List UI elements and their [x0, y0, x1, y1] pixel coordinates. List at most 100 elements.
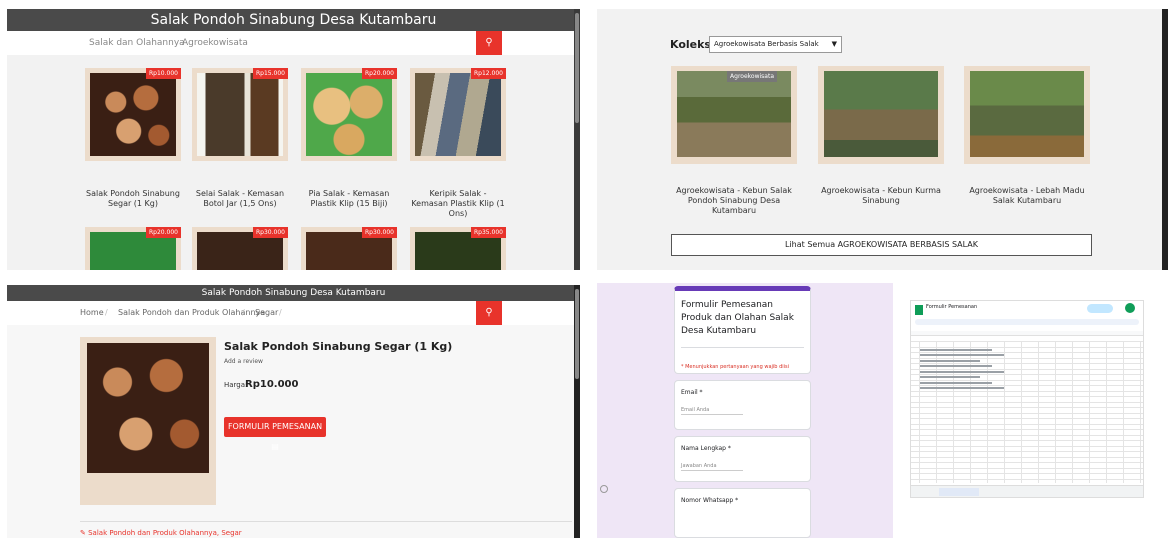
sheet-tab[interactable]: [939, 488, 979, 496]
breadcrumb-separator: /: [242, 308, 245, 317]
grid-col-line: [1021, 341, 1022, 483]
price-label: Harga:: [224, 381, 248, 389]
scrollbar[interactable]: [1162, 9, 1168, 270]
product-image: [306, 73, 392, 156]
product-card[interactable]: Rp30.000: [192, 227, 288, 270]
sheets-icon: [915, 305, 923, 315]
collection-caption[interactable]: Agroekowisata - Kebun Salak Pondoh Sinab…: [671, 186, 797, 216]
product-image-frame: [80, 337, 216, 505]
grid-row-line: [911, 341, 1143, 342]
form-question-card: Nama Lengkap * Jawaban Anda: [674, 436, 811, 482]
collection-card[interactable]: Agroekowisata - Lebah Madu Salak Kutamba…: [964, 66, 1090, 206]
collection-card[interactable]: Agroekowisata - Kebun Kurma Sinabung: [818, 66, 944, 206]
share-button[interactable]: [1087, 304, 1113, 313]
grid-row-line: [911, 412, 1143, 414]
grid-row-line: [911, 462, 1143, 463]
breadcrumb: Home / Salak Pondoh dan Produk Olahannya…: [7, 301, 580, 325]
sheet-grid[interactable]: [911, 341, 1143, 483]
name-field[interactable]: Jawaban Anda: [681, 463, 743, 471]
collection-image: [970, 71, 1084, 157]
spreadsheet-panel: Formulir Pemesanan: [910, 300, 1144, 498]
product-card[interactable]: Rp30.000: [301, 227, 397, 270]
search-button[interactable]: ⚲: [476, 301, 502, 325]
tag-icon: ✎: [80, 529, 86, 537]
grid-row-line: [911, 363, 1143, 364]
tags-text: Salak Pondoh dan Produk Olahannya, Segar: [88, 529, 242, 537]
see-all-button[interactable]: Lihat Semua AGROEKOWISATA BERBASIS SALAK: [671, 234, 1092, 256]
toolbar[interactable]: [915, 319, 1139, 325]
grid-col-line: [987, 341, 988, 483]
search-icon: ⚲: [485, 37, 493, 48]
product-card[interactable]: Rp12.000 Keripik Salak - Kemasan Plastik…: [410, 68, 506, 219]
grid-row-line: [911, 456, 1143, 458]
price-value: Rp10.000: [245, 379, 299, 390]
scrollbar[interactable]: [574, 9, 580, 270]
collection-panel: Koleksi Agroekowisata Berbasis Salak ▼ A…: [597, 9, 1168, 270]
filled-row: [920, 348, 992, 351]
collection-image: [677, 71, 791, 157]
product-title: Salak Pondoh Sinabung Segar (1 Kg): [224, 340, 453, 353]
collection-select[interactable]: Agroekowisata Berbasis Salak ▼: [709, 36, 842, 53]
formula-bar[interactable]: [911, 331, 1143, 336]
grid-col-line: [970, 341, 971, 483]
product-name[interactable]: Pia Salak - Kemasan Plastik Klip (15 Bij…: [301, 189, 397, 209]
product-image: [90, 73, 176, 156]
product-name[interactable]: Keripik Salak - Kemasan Plastik Klip (1 …: [410, 189, 506, 219]
filled-row: [920, 387, 1004, 389]
product-tags[interactable]: ✎ Salak Pondoh dan Produk Olahannya, Seg…: [80, 529, 242, 537]
product-card[interactable]: Rp20.000: [85, 227, 181, 270]
site-title: Salak Pondoh Sinabung Desa Kutambaru: [7, 9, 580, 31]
breadcrumb-home[interactable]: Home: [80, 301, 104, 325]
required-note: * Menunjukkan pertanyaan yang wajib diis…: [681, 364, 790, 370]
price-badge: Rp15.000: [253, 68, 288, 79]
grid-col-line: [1055, 341, 1056, 483]
product-image[interactable]: [87, 343, 209, 473]
collection-caption[interactable]: Agroekowisata - Lebah Madu Salak Kutamba…: [964, 186, 1090, 206]
filled-row: [920, 365, 992, 367]
grid-row-line: [911, 390, 1143, 392]
collection-card[interactable]: Agroekowisata Agroekowisata - Kebun Sala…: [671, 66, 797, 216]
product-card[interactable]: Rp10.000 Salak Pondoh Sinabung Segar (1 …: [85, 68, 181, 209]
add-review-link[interactable]: Add a review: [224, 358, 263, 365]
order-form-button[interactable]: FORMULIR PEMESANAN ▤: [224, 417, 326, 451]
email-field[interactable]: Email Anda: [681, 407, 743, 415]
grid-row-line: [911, 429, 1143, 430]
nav-salak-link[interactable]: Salak dan Olahannya: [89, 31, 185, 55]
shop-listing-panel: Salak Pondoh Sinabung Desa Kutambaru Sal…: [7, 9, 580, 270]
grid-col-line: [1123, 341, 1124, 483]
grid-row-line: [911, 473, 1143, 474]
search-button[interactable]: ⚲: [476, 31, 502, 55]
cart-icon: ▤: [271, 442, 279, 451]
avatar[interactable]: [1125, 303, 1135, 313]
grid-row-line: [911, 407, 1143, 408]
price-badge: Rp30.000: [362, 227, 397, 238]
grid-row-line: [911, 440, 1143, 441]
product-name[interactable]: Salak Pondoh Sinabung Segar (1 Kg): [85, 189, 181, 209]
breadcrumb-subcategory[interactable]: Segar: [255, 301, 278, 325]
question-label: Nama Lengkap *: [681, 445, 731, 452]
product-card[interactable]: Rp35.000: [410, 227, 506, 270]
grid-col-line: [1140, 341, 1141, 483]
help-icon[interactable]: [600, 485, 608, 493]
grid-row-line: [911, 445, 1143, 447]
main-nav: Salak dan Olahannya Agroekowisata ⚲: [7, 31, 580, 55]
nav-agroekowisata-link[interactable]: Agroekowisata: [182, 31, 248, 55]
sheet-title: Formulir Pemesanan: [926, 304, 978, 310]
product-card[interactable]: Rp15.000 Selai Salak - Kemasan Botol Jar…: [192, 68, 288, 209]
collection-caption[interactable]: Agroekowisata - Kebun Kurma Sinabung: [818, 186, 944, 206]
product-name[interactable]: Selai Salak - Kemasan Botol Jar (1,5 Ons…: [192, 189, 288, 209]
breadcrumb-separator: /: [105, 308, 108, 317]
scrollbar[interactable]: [574, 285, 580, 538]
grid-row-line: [911, 396, 1143, 397]
question-label: Nomor Whatsapp *: [681, 497, 739, 504]
form-question-card: Nomor Whatsapp *: [674, 488, 811, 538]
price-badge: Rp20.000: [362, 68, 397, 79]
grid-row-line: [911, 346, 1143, 348]
grid-col-line: [1072, 341, 1073, 483]
grid-row-line: [911, 352, 1143, 353]
product-card[interactable]: Rp20.000 Pia Salak - Kemasan Plastik Kli…: [301, 68, 397, 209]
breadcrumb-separator: /: [279, 308, 282, 317]
question-label: Email *: [681, 389, 703, 396]
price-badge: Rp30.000: [253, 227, 288, 238]
filled-row: [920, 376, 980, 378]
